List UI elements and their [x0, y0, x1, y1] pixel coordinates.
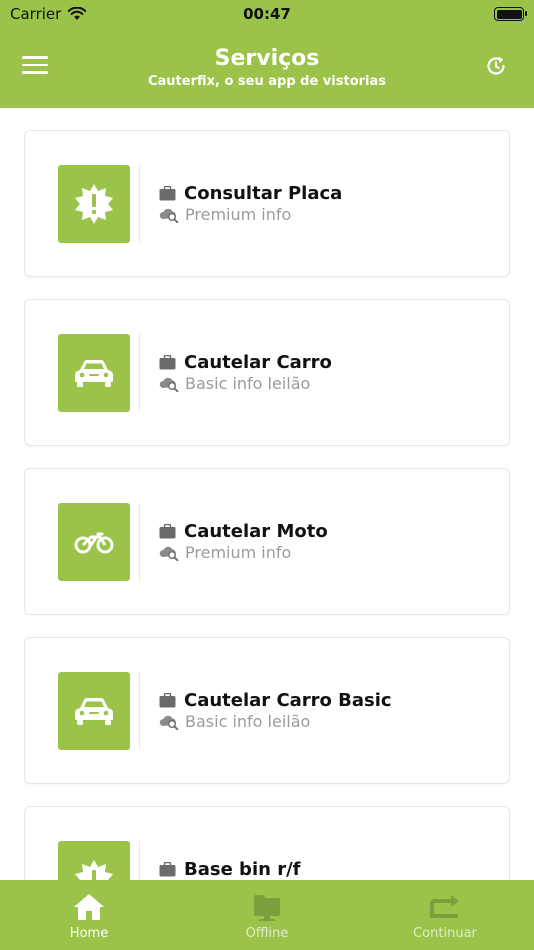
- car-icon: [75, 698, 113, 725]
- briefcase-icon: [159, 524, 176, 539]
- service-name: Cautelar Moto: [184, 521, 328, 542]
- car-icon: [75, 360, 113, 387]
- briefcase-icon: [159, 862, 176, 877]
- motorcycle-icon: [74, 532, 114, 554]
- page-title: Serviços: [214, 46, 320, 71]
- tab-bar: Home Offline Continuar: [0, 880, 534, 950]
- briefcase-icon: [159, 693, 176, 708]
- tab-home[interactable]: Home: [0, 880, 178, 950]
- service-description: Premium info: [185, 205, 292, 224]
- tab-offline[interactable]: Offline: [178, 880, 356, 950]
- cloud-search-icon: [159, 715, 179, 730]
- tab-label: Offline: [245, 926, 289, 941]
- service-icon-box: [58, 503, 130, 581]
- refresh-icon[interactable]: [484, 54, 508, 78]
- status-bar: Carrier 00:47: [0, 0, 534, 28]
- service-card-cautelar-carro[interactable]: Cautelar Carro Basic info leilão: [24, 299, 510, 446]
- cloud-search-icon: [159, 546, 179, 561]
- battery-icon: [494, 7, 527, 21]
- card-divider: [139, 841, 140, 880]
- briefcase-icon: [159, 355, 176, 370]
- service-icon-box: [58, 672, 130, 750]
- service-card-base-bin[interactable]: Base bin r/f: [24, 806, 510, 880]
- service-icon-box: [58, 334, 130, 412]
- briefcase-icon: [159, 186, 176, 201]
- alert-badge-icon: [75, 860, 113, 880]
- card-divider: [139, 503, 140, 581]
- service-description: Premium info: [185, 543, 292, 562]
- card-divider: [139, 334, 140, 412]
- tab-continuar[interactable]: Continuar: [356, 880, 534, 950]
- offline-folder-icon: [254, 895, 280, 921]
- service-icon-box: [58, 165, 130, 243]
- service-card-cautelar-moto[interactable]: Cautelar Moto Premium info: [24, 468, 510, 615]
- card-divider: [139, 165, 140, 243]
- service-name: Cautelar Carro Basic: [184, 690, 392, 711]
- header: Serviços Cauterfix, o seu app de vistori…: [0, 28, 534, 108]
- service-name: Cautelar Carro: [184, 352, 332, 373]
- service-description: Basic info leilão: [185, 374, 311, 393]
- continue-arrow-icon: [430, 895, 459, 918]
- tab-label: Home: [69, 926, 109, 941]
- service-card-cautelar-carro-basic[interactable]: Cautelar Carro Basic Basic info leilão: [24, 637, 510, 784]
- service-name: Base bin r/f: [184, 859, 301, 880]
- service-icon-box: [58, 841, 130, 880]
- alert-badge-icon: [75, 184, 113, 224]
- page-subtitle: Cauterfix, o seu app de vistorias: [147, 74, 387, 89]
- status-time: 00:47: [243, 5, 291, 23]
- service-description: Basic info leilão: [185, 712, 311, 731]
- cloud-search-icon: [159, 208, 179, 223]
- service-name: Consultar Placa: [184, 183, 343, 204]
- card-divider: [139, 672, 140, 750]
- services-list[interactable]: Consultar Placa Premium info Cautelar Ca…: [0, 108, 534, 880]
- cloud-search-icon: [159, 377, 179, 392]
- tab-label: Continuar: [413, 926, 477, 941]
- service-card-consultar-placa[interactable]: Consultar Placa Premium info: [24, 130, 510, 277]
- home-icon: [74, 894, 104, 920]
